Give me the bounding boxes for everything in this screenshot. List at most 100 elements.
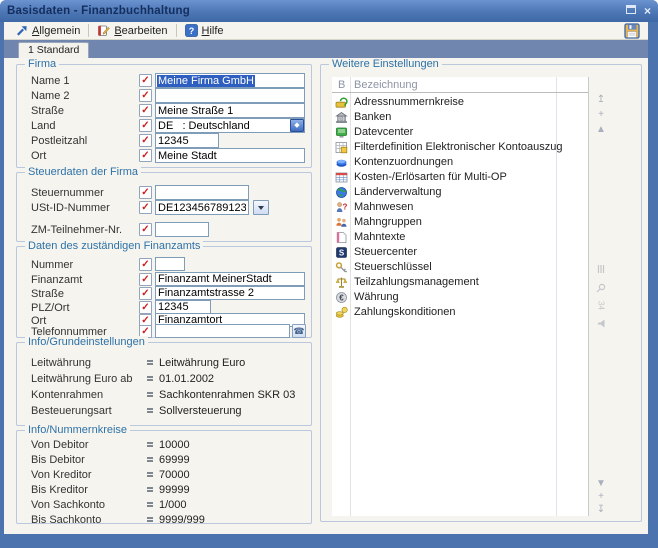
adressnummernkreise-icon xyxy=(335,96,348,109)
field-label: ZM-Teilnehmer-Nr. xyxy=(31,224,122,236)
add-record-icon[interactable]: + xyxy=(593,110,609,120)
svg-text:S: S xyxy=(339,249,345,258)
field-label: Straße xyxy=(31,288,64,300)
strasse-field[interactable] xyxy=(155,103,305,118)
bullet-icon xyxy=(147,360,153,365)
checkmark-icon: ✓ xyxy=(139,89,152,102)
kontenzuordnungen-icon xyxy=(335,156,348,169)
settings-item-kontenzuordnungen[interactable]: Kontenzuordnungen xyxy=(332,155,588,170)
settings-item-steuerschlüssel[interactable]: Steuerschlüssel xyxy=(332,260,588,275)
save-button[interactable] xyxy=(622,22,642,39)
field-label: Nummer xyxy=(31,259,73,271)
help-icon: ? xyxy=(185,24,198,37)
field-label: Land xyxy=(31,120,55,132)
info-value: 99999 xyxy=(159,484,190,496)
info-value: 01.01.2002 xyxy=(159,373,214,385)
group-finanzamt: Daten des zuständigen Finanzamts Nummer … xyxy=(16,246,312,338)
page-content: Firma Name 1 ✓ Meine Firma GmbH Name 2 ✓… xyxy=(4,58,648,534)
info-label: Bis Debitor xyxy=(31,454,85,466)
ustid-dropdown-button[interactable] xyxy=(253,200,269,215)
name2-field[interactable] xyxy=(155,88,305,103)
bullet-icon xyxy=(147,487,153,492)
settings-item-banken[interactable]: Banken xyxy=(332,110,588,125)
laenderverwaltung-icon xyxy=(335,186,348,199)
settings-item-kosten-erlösarten-für-multi-op[interactable]: Kosten-/Erlösarten für Multi-OP xyxy=(332,170,588,185)
window-title: Basisdaten - Finanzbuchhaltung xyxy=(7,5,190,17)
search-icon[interactable] xyxy=(596,280,606,296)
mahnwesen-icon: ? xyxy=(335,201,348,214)
bullet-icon xyxy=(147,408,153,413)
bullet-icon xyxy=(147,472,153,477)
field-label: Name 2 xyxy=(31,90,70,102)
toolbar-separator xyxy=(88,24,89,37)
checkmark-icon: ✓ xyxy=(139,223,152,236)
titlebar: Basisdaten - Finanzbuchhaltung × xyxy=(0,0,658,22)
arrow-up-right-icon xyxy=(15,24,28,37)
steuernummer-field[interactable] xyxy=(155,185,249,200)
add-record-icon[interactable]: + xyxy=(593,492,609,502)
scroll-down-icon[interactable]: ▼ xyxy=(593,479,609,489)
finanzamt-plz-field[interactable] xyxy=(155,300,211,314)
settings-item-label: Steuerschlüssel xyxy=(354,261,432,273)
finanzamt-name-field[interactable] xyxy=(155,272,305,286)
ustid-field[interactable] xyxy=(155,200,249,215)
finanzamt-strasse-field[interactable] xyxy=(155,286,305,300)
group-finanzamt-title: Daten des zuständigen Finanzamts xyxy=(25,240,203,252)
column-header-bezeichnung: Bezeichnung xyxy=(354,79,418,91)
land-lookup-button[interactable]: ◆ xyxy=(290,119,304,132)
settings-item-währung[interactable]: €Währung xyxy=(332,290,588,305)
name1-field[interactable]: Meine Firma GmbH xyxy=(155,73,305,88)
dial-button[interactable]: ☎ xyxy=(292,324,306,338)
finanzamt-nummer-field[interactable] xyxy=(155,257,185,271)
mahntexte-icon xyxy=(335,231,348,244)
restore-button[interactable] xyxy=(626,5,636,17)
settings-item-mahngruppen[interactable]: Mahngruppen xyxy=(332,215,588,230)
settings-item-länderverwaltung[interactable]: Länderverwaltung xyxy=(332,185,588,200)
settings-item-zahlungskonditionen[interactable]: Zahlungskonditionen xyxy=(332,305,588,320)
scroll-bottom-icon[interactable]: ↧ xyxy=(593,505,609,515)
field-label: Name 1 xyxy=(31,75,70,87)
scroll-up-icon[interactable]: ▲ xyxy=(593,125,609,135)
checkmark-icon: ✓ xyxy=(139,119,152,132)
group-steuerdaten-title: Steuerdaten der Firma xyxy=(25,166,141,178)
menu-hilfe[interactable]: ?Hilfe xyxy=(180,23,229,39)
settings-item-mahntexte[interactable]: Mahntexte xyxy=(332,230,588,245)
field-label: PLZ/Ort xyxy=(31,302,70,314)
info-value: 70000 xyxy=(159,469,190,481)
land-field[interactable] xyxy=(155,118,305,133)
group-weitere-title: Weitere Einstellungen xyxy=(329,58,442,70)
menu-bearbeiten[interactable]: Bearbeiten xyxy=(92,23,172,39)
name1-value: Meine Firma GmbH xyxy=(157,75,255,87)
sort-icon[interactable]: 34 xyxy=(597,298,606,314)
svg-text:€: € xyxy=(339,293,344,302)
chevron-down-icon xyxy=(258,206,264,210)
scroll-top-icon[interactable]: ↥ xyxy=(593,95,609,105)
filter-icon[interactable] xyxy=(597,316,606,332)
bullet-icon xyxy=(147,502,153,507)
settings-item-datevcenter[interactable]: Datevcenter xyxy=(332,125,588,140)
kosten-erloesarten-icon xyxy=(335,171,348,184)
menu-allgemein[interactable]: Allgemein xyxy=(10,23,85,39)
settings-item-label: Teilzahlungsmanagement xyxy=(354,276,479,288)
postleitzahl-field[interactable] xyxy=(155,133,219,148)
ort-field[interactable] xyxy=(155,148,305,163)
settings-item-label: Mahngruppen xyxy=(354,216,422,228)
tab-standard[interactable]: 1 Standard xyxy=(18,42,89,58)
info-value: 69999 xyxy=(159,454,190,466)
field-label: Finanzamt xyxy=(31,274,82,286)
checkmark-icon: ✓ xyxy=(139,104,152,117)
settings-item-steuercenter[interactable]: SSteuercenter xyxy=(332,245,588,260)
settings-item-filterdefinition-elektronischer-kontoauszug[interactable]: Filterdefinition Elektronischer Kontoaus… xyxy=(332,140,588,155)
settings-item-adressnummernkreise[interactable]: Adressnummernkreise xyxy=(332,95,588,110)
settings-item-mahnwesen[interactable]: ?Mahnwesen xyxy=(332,200,588,215)
telefonnummer-field[interactable] xyxy=(155,324,290,338)
close-icon: × xyxy=(644,4,651,18)
settings-item-teilzahlungsmanagement[interactable]: Teilzahlungsmanagement xyxy=(332,275,588,290)
list-icon[interactable] xyxy=(597,261,605,277)
zm-teilnehmer-field[interactable] xyxy=(155,222,209,237)
app-window: Basisdaten - Finanzbuchhaltung × Allgeme… xyxy=(0,0,658,548)
close-button[interactable]: × xyxy=(644,6,651,16)
settings-item-label: Länderverwaltung xyxy=(354,186,441,198)
field-label: Ort xyxy=(31,150,46,162)
steuercenter-icon: S xyxy=(335,246,348,259)
